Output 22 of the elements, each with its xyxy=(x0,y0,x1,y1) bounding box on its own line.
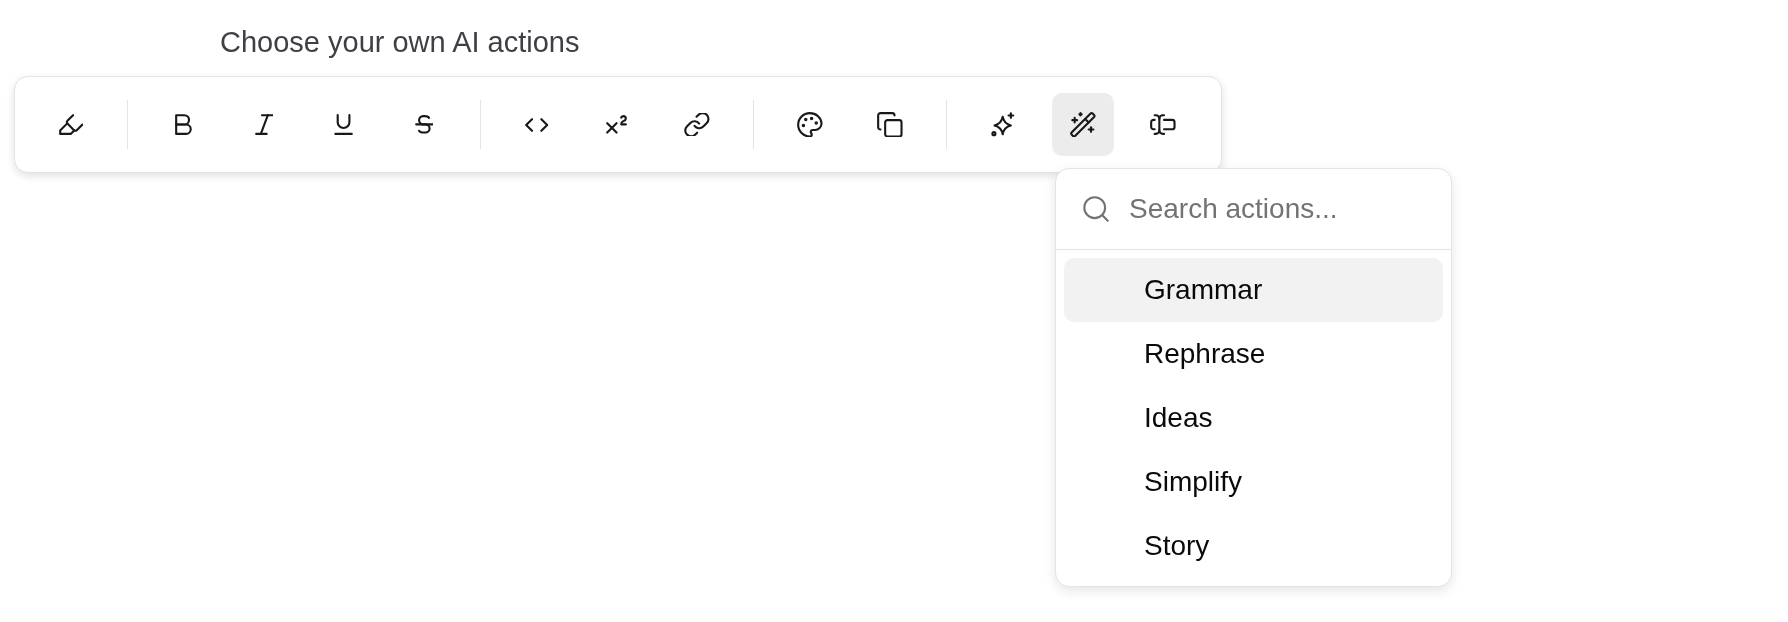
italic-icon xyxy=(254,113,274,136)
code-icon xyxy=(525,117,549,132)
strikethrough-icon xyxy=(414,115,434,134)
link-icon xyxy=(684,112,710,137)
underline-icon xyxy=(333,113,355,136)
copy-icon xyxy=(877,111,903,138)
menu-item[interactable]: Grammar xyxy=(1064,258,1443,322)
magic-wand-icon xyxy=(1070,111,1096,138)
sparkles-icon xyxy=(991,111,1015,138)
menu-item[interactable]: Simplify xyxy=(1064,450,1443,514)
magic-wand-button[interactable] xyxy=(1052,93,1114,156)
bold-icon xyxy=(175,113,193,136)
highlighter-icon xyxy=(58,113,84,136)
menu-item[interactable]: Story xyxy=(1064,514,1443,578)
menu-item[interactable]: Rephrase xyxy=(1064,322,1443,386)
text-cursor-input-icon xyxy=(1150,113,1176,136)
page-heading: Choose your own AI actions xyxy=(220,25,580,59)
superscript-icon xyxy=(606,115,628,134)
search-icon xyxy=(1083,196,1109,222)
search-field[interactable]: Search actions... xyxy=(1129,189,1431,229)
menu-item[interactable]: Ideas xyxy=(1064,386,1443,450)
palette-icon xyxy=(797,111,823,138)
